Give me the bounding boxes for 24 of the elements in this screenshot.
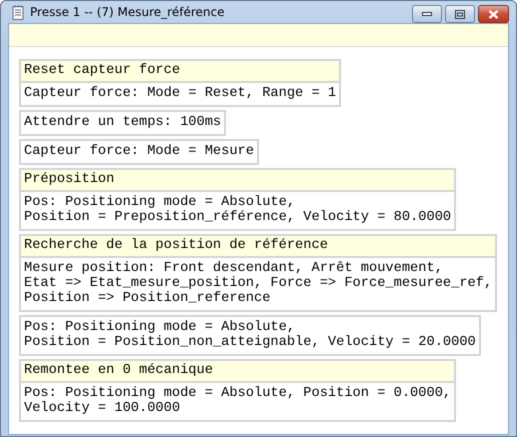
step-block[interactable]: Reset capteur force Capteur force: Mode = Reset, Range = 1 bbox=[19, 59, 342, 107]
step-text: Capteur force: Mode = Reset, Range = 1 bbox=[23, 85, 338, 103]
maximize-button[interactable] bbox=[445, 5, 475, 23]
step-title: Reset capteur force bbox=[21, 61, 340, 83]
step-title: Recherche de la position de référence bbox=[21, 236, 496, 258]
close-button[interactable] bbox=[478, 5, 509, 23]
step-text: Capteur force: Mode = Mesure bbox=[23, 143, 255, 161]
step-title: Préposition bbox=[21, 170, 454, 192]
step-block[interactable]: Capteur force: Mode = Mesure bbox=[19, 139, 259, 165]
minimize-icon bbox=[422, 12, 432, 16]
step-text: Mesure position: Front descendant, Arrêt mouvement, Etat => Etat_mesure_position, Force => Force_mesuree_ref, Position => Position_reference bbox=[23, 260, 494, 308]
step-text: Pos: Positioning mode = Absolute, Position = Preposition_référence, Velocity = 80.0000 bbox=[23, 194, 452, 227]
step-block[interactable]: Préposition Pos: Positioning mode = Absolute, Position = Preposition_référence, Velocity = 80.0000 bbox=[19, 168, 456, 231]
step-block[interactable]: Recherche de la position de référence Mesure position: Front descendant, Arrêt mouvement, Etat => Etat_mesure_position, Force => Force_mesuree_ref, Position => Position_reference bbox=[19, 234, 498, 312]
notepad-icon bbox=[12, 4, 24, 20]
step-block[interactable]: Attendre un temps: 100ms bbox=[19, 110, 226, 136]
step-text: Attendre un temps: 100ms bbox=[23, 114, 222, 132]
step-block[interactable]: Remontee en 0 mécanique Pos: Positioning mode = Absolute, Position = 0.0000, Velocity = 100.0000 bbox=[19, 359, 456, 422]
step-title: Remontee en 0 mécanique bbox=[21, 361, 454, 383]
minimize-button[interactable] bbox=[412, 5, 442, 23]
maximize-icon bbox=[455, 10, 465, 18]
window-title: Presse 1 -- (7) Mesure_référence bbox=[30, 5, 226, 19]
close-icon bbox=[488, 10, 499, 18]
step-text: Pos: Positioning mode = Absolute, Position = 0.0000, Velocity = 100.0000 bbox=[23, 385, 452, 418]
